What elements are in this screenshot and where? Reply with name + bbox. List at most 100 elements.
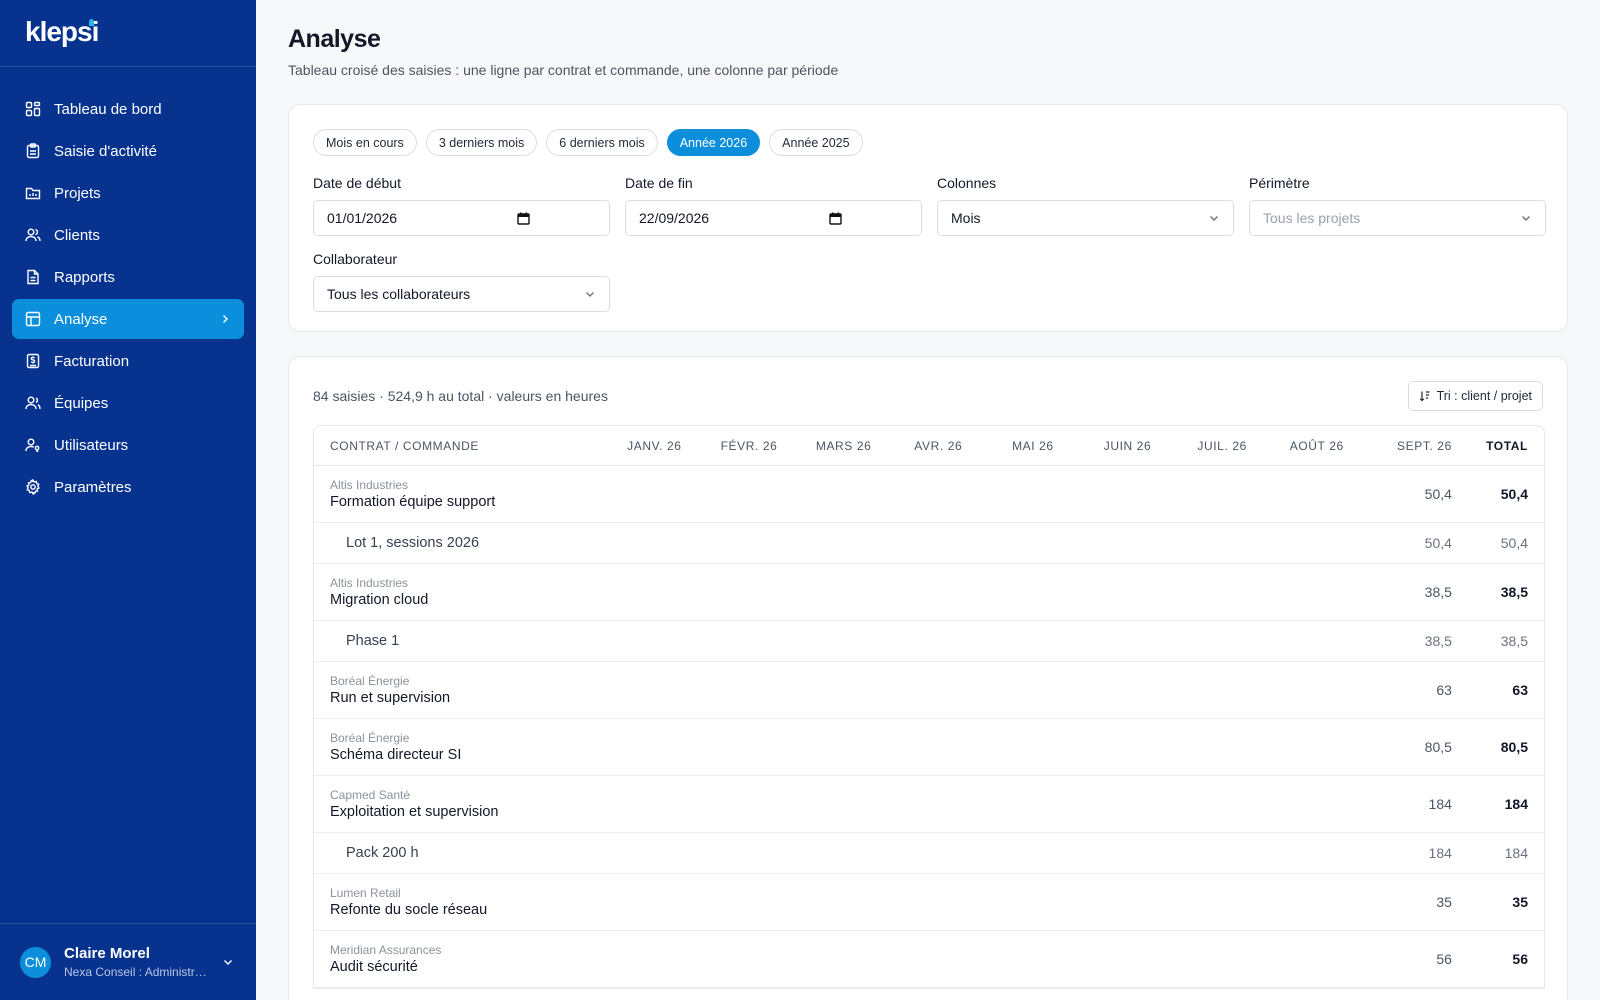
chevron-right-icon	[220, 314, 230, 324]
cell-total: 80,5	[1500, 739, 1528, 755]
column-header-month[interactable]: JANV. 26	[607, 439, 702, 453]
row-order: Phase 1	[346, 633, 400, 649]
chevron-down-icon[interactable]	[222, 956, 234, 968]
column-header-month[interactable]: JUIN 26	[1080, 439, 1175, 453]
avatar: CM	[20, 946, 51, 978]
start-date-label: Date de début	[313, 175, 401, 191]
table-row[interactable]: Pack 200 h 184 184	[314, 833, 1544, 874]
cell-sept: 63	[1436, 682, 1452, 698]
row-label: Meridian Assurances Audit sécurité	[314, 943, 607, 975]
table-row[interactable]: Phase 1 38,5 38,5	[314, 621, 1544, 662]
table-row[interactable]: Boréal Énergie Run et supervision 63 63	[314, 662, 1544, 719]
table-header: CONTRAT / COMMANDE JANV. 26 FÉVR. 26 MAR…	[314, 426, 1544, 466]
collaborator-field: Collaborateur Tous les collaborateurs	[313, 251, 610, 312]
table-row[interactable]: Lot 1, sessions 2026 50,4 50,4	[314, 523, 1544, 564]
logo-text: klepsi	[25, 16, 99, 47]
logo-accent	[89, 19, 94, 26]
column-header-month[interactable]: AOÛT 26	[1269, 439, 1364, 453]
start-date-field: Date de début 01/01/2026	[313, 175, 610, 236]
table-row[interactable]: Meridian Assurances Audit sécurité 56 56	[314, 931, 1544, 988]
sidebar-item-label: Équipes	[54, 394, 109, 412]
sidebar-nav: Tableau de bord Saisie d'activité Projet…	[0, 67, 256, 507]
dashboard-icon	[25, 101, 41, 117]
columns-select[interactable]: Mois	[937, 200, 1234, 236]
scope-select[interactable]: Tous les projets	[1249, 200, 1546, 236]
collaborator-select[interactable]: Tous les collaborateurs	[313, 276, 610, 312]
table-row[interactable]: Capmed Santé Exploitation et supervision …	[314, 776, 1544, 833]
column-header-total[interactable]: TOTAL	[1452, 439, 1544, 453]
sidebar-item-analyse[interactable]: Analyse	[12, 299, 244, 339]
table-row[interactable]: Altis Industries Formation équipe support…	[314, 466, 1544, 523]
cell-sept: 50,4	[1424, 486, 1452, 502]
sidebar-item-label: Facturation	[54, 352, 130, 370]
row-client: Capmed Santé	[330, 788, 411, 802]
columns-value: Mois	[951, 210, 981, 226]
row-client: Lumen Retail	[330, 886, 401, 900]
column-header-month[interactable]: MARS 26	[796, 439, 891, 453]
start-date-value: 01/01/2026	[327, 210, 398, 226]
folder-icon	[25, 185, 41, 201]
sidebar: klepsi Tableau de bord Saisie d'activité…	[0, 0, 256, 1000]
chip-annee-2026[interactable]: Année 2026	[666, 129, 761, 156]
sidebar-item-facturation[interactable]: Facturation	[12, 341, 244, 381]
end-date-input[interactable]: 22/09/2026	[625, 200, 922, 236]
cell-sept: 184	[1428, 845, 1452, 861]
invoice-icon	[25, 353, 41, 369]
column-header-month[interactable]: FÉVR. 26	[702, 439, 797, 453]
row-label: Capmed Santé Exploitation et supervision	[314, 788, 607, 820]
main-content: Analyse Tableau croisé des saisies : une…	[256, 0, 1600, 1000]
row-client: Altis Industries	[330, 576, 409, 590]
column-header-sept[interactable]: SEPT. 26	[1364, 439, 1452, 453]
calendar-icon[interactable]	[517, 212, 530, 225]
sidebar-item-equipes[interactable]: Équipes	[12, 383, 244, 423]
columns-field: Colonnes Mois	[937, 175, 1234, 236]
sidebar-item-label: Paramètres	[54, 478, 132, 496]
sidebar-item-saisie[interactable]: Saisie d'activité	[12, 131, 244, 171]
sidebar-item-label: Clients	[54, 226, 100, 244]
column-header-month[interactable]: JUIL. 26	[1175, 439, 1270, 453]
sort-icon	[1419, 390, 1431, 402]
logo[interactable]: klepsi	[0, 0, 256, 67]
user-name: Claire Morel	[64, 945, 150, 962]
sidebar-item-clients[interactable]: Clients	[12, 215, 244, 255]
end-date-label: Date de fin	[625, 175, 693, 191]
scope-field: Périmètre Tous les projets	[1249, 175, 1546, 236]
chip-annee-2025[interactable]: Année 2025	[769, 129, 863, 156]
cell-total: 38,5	[1500, 633, 1528, 649]
page-subtitle: Tableau croisé des saisies : une ligne p…	[288, 62, 839, 78]
row-client: Altis Industries	[330, 478, 409, 492]
user-key-icon	[25, 437, 41, 453]
columns-label: Colonnes	[937, 175, 997, 191]
sidebar-item-rapports[interactable]: Rapports	[12, 257, 244, 297]
table-row[interactable]: Boréal Énergie Schéma directeur SI 80,5 8…	[314, 719, 1544, 776]
sidebar-item-parametres[interactable]: Paramètres	[12, 467, 244, 507]
cell-total: 50,4	[1500, 486, 1528, 502]
sidebar-item-utilisateurs[interactable]: Utilisateurs	[12, 425, 244, 465]
scope-label: Périmètre	[1249, 175, 1310, 191]
column-header-name[interactable]: CONTRAT / COMMANDE	[314, 439, 607, 453]
sort-button[interactable]: Tri : client / projet	[1407, 381, 1543, 411]
start-date-input[interactable]: 01/01/2026	[313, 200, 610, 236]
column-header-month[interactable]: MAI 26	[986, 439, 1081, 453]
user-menu[interactable]: CM Claire Morel Nexa Conseil : Administr…	[0, 923, 256, 1000]
table-icon	[25, 311, 41, 327]
sidebar-item-label: Tableau de bord	[54, 100, 162, 118]
chevron-down-icon	[1208, 212, 1220, 224]
cell-sept: 56	[1436, 951, 1452, 967]
calendar-icon[interactable]	[829, 212, 842, 225]
row-client: Boréal Énergie	[330, 674, 410, 688]
user-role: Nexa Conseil : Administr…	[64, 965, 207, 979]
document-icon	[25, 269, 41, 285]
chip-6-derniers-mois[interactable]: 6 derniers mois	[546, 129, 658, 156]
table-row[interactable]: Altis Industries Migration cloud 38,5 38,…	[314, 564, 1544, 621]
column-header-month[interactable]: AVR. 26	[891, 439, 986, 453]
chip-mois-en-cours[interactable]: Mois en cours	[313, 129, 417, 156]
row-client: Meridian Assurances	[330, 943, 442, 957]
end-date-value: 22/09/2026	[639, 210, 710, 226]
sidebar-item-tableau-de-bord[interactable]: Tableau de bord	[12, 89, 244, 129]
table-row[interactable]: Lumen Retail Refonte du socle réseau 35 3…	[314, 874, 1544, 931]
gear-icon	[25, 479, 41, 495]
collaborator-label: Collaborateur	[313, 251, 398, 267]
sidebar-item-projets[interactable]: Projets	[12, 173, 244, 213]
chip-3-derniers-mois[interactable]: 3 derniers mois	[425, 129, 538, 156]
